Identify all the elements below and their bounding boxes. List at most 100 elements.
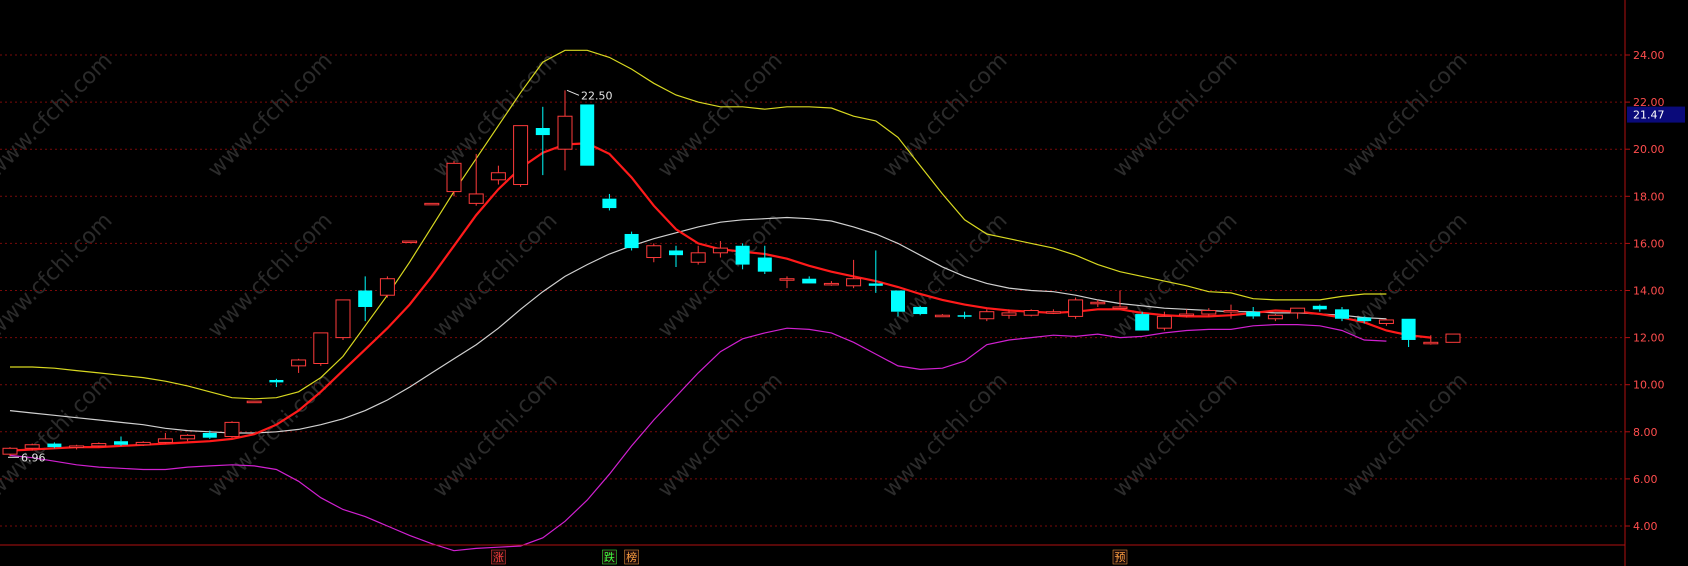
candle [246,400,262,404]
candle [424,202,440,206]
bottom-marker: 涨 [493,551,504,564]
candle-body [157,438,173,443]
candle-body [1201,310,1217,315]
candle [224,421,240,438]
candle-body [1112,306,1128,309]
candle-body [846,278,862,287]
y-tick-label: 8.00 [1633,426,1658,439]
candle-body [913,306,928,315]
candle-body [979,311,995,320]
bottom-marker: 榜 [626,550,637,564]
candle-body [180,434,196,440]
candle-body [802,278,817,284]
low-annotation: 6.96 [21,451,46,464]
candle [1135,311,1150,331]
candle [335,299,351,340]
candle-body [335,299,351,339]
y-tick-label: 18.00 [1633,190,1665,203]
y-tick-label: 24.00 [1633,49,1665,62]
candle [624,231,639,251]
candle-body [313,332,329,365]
candle [513,125,529,187]
candle-body [1423,341,1439,345]
candle-body [224,421,240,438]
candle-body [490,172,506,181]
candle-body [779,278,795,281]
candle-body [735,245,750,265]
candle [1445,333,1461,343]
candle-body [1401,318,1416,340]
candle [1023,309,1039,317]
candle [379,276,395,298]
candle-body [424,202,440,206]
candle-body [446,162,462,193]
candle-body [2,447,18,455]
candle-body [1179,313,1195,317]
candle-body [957,315,972,317]
y-tick-label: 6.00 [1633,473,1658,486]
candle-body [1246,311,1261,317]
candle-body [69,445,85,448]
candle-body [757,257,772,272]
candle-body [1335,309,1349,319]
candle-body [379,278,395,296]
y-tick-label: 4.00 [1633,520,1658,533]
candle-body [135,441,151,446]
candle-body [1445,333,1461,343]
candle-body [468,193,484,204]
candle [313,332,329,366]
candle [402,240,418,244]
candle-body [24,444,40,449]
candle-body [358,290,373,307]
candle [91,442,107,448]
candle-body [934,314,950,318]
candle-body [1090,301,1106,305]
candle-body [114,441,128,445]
candle-body [823,282,839,286]
candle-body [580,104,595,166]
candle-body [669,250,683,256]
y-tick-label: 12.00 [1633,332,1665,345]
current-price-label: 21.47 [1633,109,1665,122]
candle-body [91,443,107,447]
candle-body [1357,317,1372,322]
candle [913,305,928,316]
candle-body [269,379,284,383]
candle-body [1023,310,1039,316]
candle-body [624,233,639,249]
candle-body [1290,307,1306,314]
y-tick-label: 20.00 [1633,143,1665,156]
bottom-marker: 预 [1115,551,1126,564]
candle [1068,297,1084,319]
candle-body [1001,312,1017,316]
candle-body [1068,299,1084,317]
candle-body [646,245,662,259]
candle-body [690,252,706,263]
candle-body [602,198,617,209]
high-annotation: 22.50 [581,89,613,102]
candle-body [402,240,418,244]
bottom-marker: 跌 [604,550,615,564]
candle-body [246,400,262,404]
candle-body [712,247,728,254]
candle-body [1045,311,1061,314]
candle-body [557,115,573,150]
y-tick-label: 10.00 [1633,379,1665,392]
candle-body [291,359,307,367]
candle-body [1267,314,1283,320]
candle-body [1135,314,1150,331]
candle-body [47,443,62,448]
candle-body [202,432,217,438]
candle-body [1378,319,1394,324]
y-tick-label: 14.00 [1633,285,1665,298]
candle-body [1223,310,1239,313]
candle [580,104,595,166]
candle [135,441,151,446]
candle-body [868,283,883,286]
candle-body [1156,315,1172,329]
candle-body [535,128,550,136]
y-tick-label: 16.00 [1633,237,1665,250]
candlestick-chart: www.cfchi.com www.cfchi.com www.cfchi.com w… [0,0,1688,566]
candle-body [891,290,905,312]
candle-body [513,125,529,186]
